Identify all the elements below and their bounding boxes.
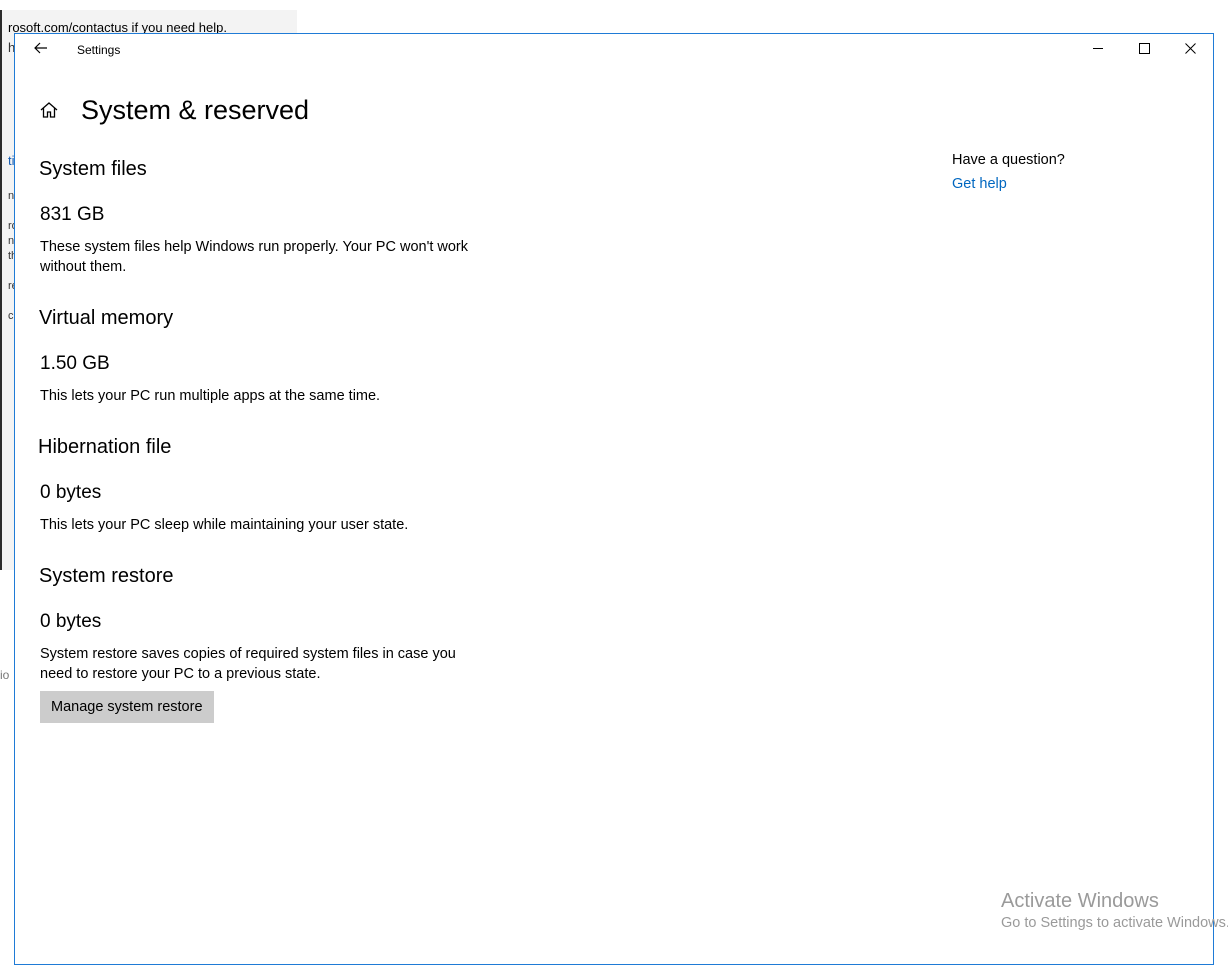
section-description: System restore saves copies of required … [40,646,456,682]
help-question: Have a question? [952,152,1065,168]
window-title: Settings [77,43,121,57]
minimize-icon [1092,41,1104,59]
title-bar: Settings [15,34,1213,66]
back-button[interactable] [25,38,57,62]
section-title: System restore [39,565,174,587]
page-header: System & reserved [39,90,309,130]
section-title: System files [39,158,147,180]
maximize-icon [1138,41,1150,59]
minimize-button[interactable] [1075,34,1121,66]
back-arrow-icon [34,41,48,59]
section-size: 1.50 GB [40,353,110,374]
activation-watermark: Activate Windows Go to Settings to activ… [1001,890,1228,931]
manage-system-restore-button[interactable]: Manage system restore [40,691,214,723]
section-size: 0 bytes [40,611,102,632]
close-icon [1184,41,1196,59]
section-size: 831 GB [40,204,105,225]
help-panel: Have a question? Get help [952,152,1065,192]
close-button[interactable] [1167,34,1213,66]
watermark-title: Activate Windows [1001,890,1159,912]
settings-window: Settings System & reserved System files … [14,33,1214,965]
watermark-subtitle: Go to Settings to activate Windows. [1001,915,1228,931]
home-icon[interactable] [39,99,61,121]
section-description: These system files help Windows run prop… [40,239,469,275]
section-title: Virtual memory [39,307,174,329]
maximize-button[interactable] [1121,34,1167,66]
page-title: System & reserved [81,94,310,125]
background-fragment: io [0,668,10,682]
section-description: This lets your PC run multiple apps at t… [40,388,381,404]
section-title: Hibernation file [38,436,172,458]
background-fragment: c [8,310,14,322]
section-size: 0 bytes [40,482,102,503]
section-description: This lets your PC sleep while maintainin… [40,517,409,533]
get-help-link[interactable]: Get help [952,176,1065,192]
